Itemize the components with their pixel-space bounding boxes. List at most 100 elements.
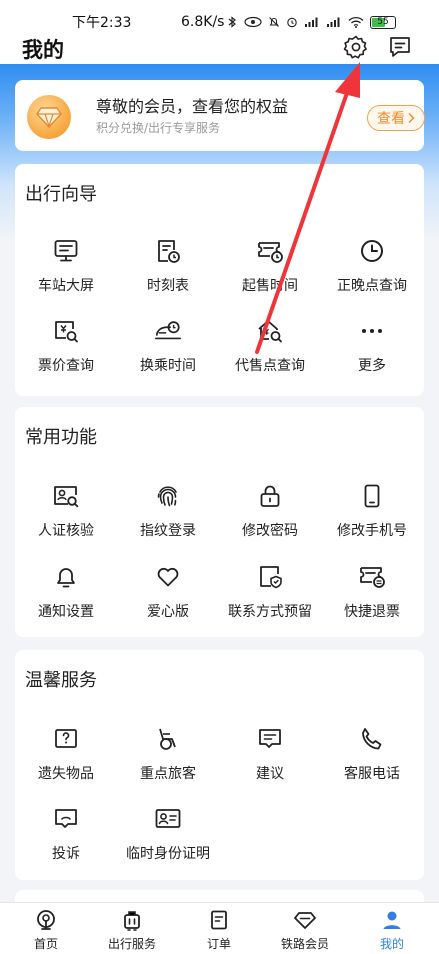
- battery-icon: 55: [370, 15, 396, 29]
- view-benefits-label: 查看: [377, 111, 405, 127]
- battery-level: 55: [377, 17, 389, 27]
- phone-call-icon: [358, 725, 386, 753]
- settings-button[interactable]: [342, 33, 370, 61]
- bluetooth-icon: [228, 16, 236, 28]
- grid-item-more[interactable]: 更多: [321, 317, 423, 387]
- grid-label: 代售点查询: [235, 358, 305, 374]
- grid-item-agency-query[interactable]: 代售点查询: [219, 317, 321, 387]
- fare-search-icon: [52, 317, 80, 345]
- section-title: 出行向导: [25, 184, 97, 205]
- bottom-navigation: 首页 出行服务 订单 铁路会员 我的: [0, 902, 439, 954]
- grid-label: 快捷退票: [344, 604, 400, 620]
- section-title: 常用功能: [25, 427, 97, 448]
- warm-services-section: 温馨服务 遗失物品 重点旅客 建议 客服电话 投诉 临时身份证明: [15, 650, 424, 880]
- grid-label: 重点旅客: [140, 766, 196, 782]
- status-time: 下午2:33: [72, 15, 132, 31]
- bell-icon: [52, 563, 80, 591]
- eye-care-icon: [244, 16, 262, 28]
- grid-label: 修改密码: [242, 523, 298, 539]
- wifi-icon: [348, 16, 364, 28]
- fingerprint-icon: [154, 482, 182, 510]
- nav-home[interactable]: 首页: [6, 909, 86, 952]
- nav-label: 出行服务: [107, 937, 156, 951]
- id-verify-icon: [52, 482, 80, 510]
- grid-item-change-phone[interactable]: 修改手机号: [321, 482, 423, 552]
- grid-item-suggestion[interactable]: 建议: [219, 725, 321, 795]
- common-functions-section: 常用功能 人证核验 指纹登录 修改密码 修改手机号 通知设置 爱心版 联系方式预…: [15, 407, 424, 637]
- nav-orders[interactable]: 订单: [179, 909, 259, 952]
- agency-search-icon: [256, 317, 284, 345]
- grid-label: 遗失物品: [38, 766, 94, 782]
- grid-label: 票价查询: [38, 358, 94, 374]
- nav-travel-service[interactable]: 出行服务: [92, 909, 172, 952]
- nav-label: 首页: [33, 937, 58, 951]
- status-icons: 55: [226, 14, 396, 30]
- section-title: 温馨服务: [25, 670, 97, 691]
- grid-label: 客服电话: [344, 766, 400, 782]
- nav-label: 铁路会员: [280, 937, 329, 951]
- temp-id-icon: [154, 805, 182, 833]
- grid-label: 联系方式预留: [228, 604, 312, 620]
- grid-label: 指纹登录: [140, 523, 196, 539]
- grid-item-priority-passenger[interactable]: 重点旅客: [117, 725, 219, 795]
- view-benefits-button[interactable]: 查看: [367, 105, 425, 131]
- clock-icon: [358, 237, 386, 265]
- grid-label: 起售时间: [242, 278, 298, 294]
- grid-item-complaint[interactable]: 投诉: [15, 805, 117, 875]
- grid-label: 更多: [358, 358, 386, 374]
- contact-shield-icon: [256, 563, 284, 591]
- nav-railway-member[interactable]: 铁路会员: [265, 909, 345, 952]
- home-icon: [35, 909, 57, 931]
- grid-label: 临时身份证明: [126, 846, 210, 862]
- nav-mine[interactable]: 我的: [352, 909, 432, 952]
- member-card[interactable]: 尊敬的会员，查看您的权益 积分兑换/出行专享服务 查看: [15, 80, 425, 151]
- grid-label: 通知设置: [38, 604, 94, 620]
- grid-item-timetable[interactable]: 时刻表: [117, 237, 219, 307]
- user-icon: [381, 909, 403, 931]
- heart-icon: [154, 563, 182, 591]
- nav-label: 我的: [379, 937, 404, 951]
- refund-ticket-icon: [358, 563, 386, 591]
- grid-item-contact-reserve[interactable]: 联系方式预留: [219, 563, 321, 633]
- member-title: 尊敬的会员，查看您的权益: [96, 97, 289, 116]
- grid-label: 建议: [256, 766, 284, 782]
- grid-label: 时刻表: [147, 278, 189, 294]
- grid-item-fingerprint[interactable]: 指纹登录: [117, 482, 219, 552]
- grid-item-transfer-time[interactable]: 换乘时间: [117, 317, 219, 387]
- timetable-icon: [154, 237, 182, 265]
- grid-item-temp-id[interactable]: 临时身份证明: [117, 805, 219, 875]
- alarm-icon: [287, 17, 297, 28]
- transfer-time-icon: [154, 317, 182, 345]
- grid-item-delay-query[interactable]: 正晚点查询: [321, 237, 423, 307]
- mute-bell-icon: [269, 17, 279, 27]
- order-icon: [208, 909, 230, 931]
- grid-item-fare-query[interactable]: 票价查询: [15, 317, 117, 387]
- network-speed: 6.8K/s: [181, 14, 225, 30]
- grid-label: 正晚点查询: [337, 278, 407, 294]
- station-screen-icon: [52, 237, 80, 265]
- grid-item-service-phone[interactable]: 客服电话: [321, 725, 423, 795]
- grid-item-notify-settings[interactable]: 通知设置: [15, 563, 117, 633]
- grid-item-station-screen[interactable]: 车站大屏: [15, 237, 117, 307]
- gear-icon: [343, 35, 367, 59]
- member-subtitle: 积分兑换/出行专享服务: [96, 121, 221, 135]
- grid-item-change-password[interactable]: 修改密码: [219, 482, 321, 552]
- grid-label: 投诉: [52, 846, 80, 862]
- grid-item-care-mode[interactable]: 爱心版: [117, 563, 219, 633]
- grid-item-sale-time[interactable]: 起售时间: [219, 237, 321, 307]
- status-bar: 下午2:33 6.8K/s 55: [0, 0, 439, 31]
- message-icon: [390, 37, 410, 57]
- lost-item-icon: [52, 725, 80, 753]
- grid-item-quick-refund[interactable]: 快捷退票: [321, 563, 423, 633]
- suggestion-icon: [256, 725, 284, 753]
- grid-label: 爱心版: [147, 604, 189, 620]
- messages-button[interactable]: [386, 33, 414, 61]
- grid-item-lost-items[interactable]: 遗失物品: [15, 725, 117, 795]
- diamond-badge-icon: [36, 107, 62, 128]
- diamond-icon: [294, 909, 316, 931]
- luggage-icon: [121, 909, 143, 931]
- complaint-icon: [52, 805, 80, 833]
- grid-item-id-verify[interactable]: 人证核验: [15, 482, 117, 552]
- wheelchair-icon: [154, 725, 182, 753]
- signal-hd-icon: [305, 17, 318, 27]
